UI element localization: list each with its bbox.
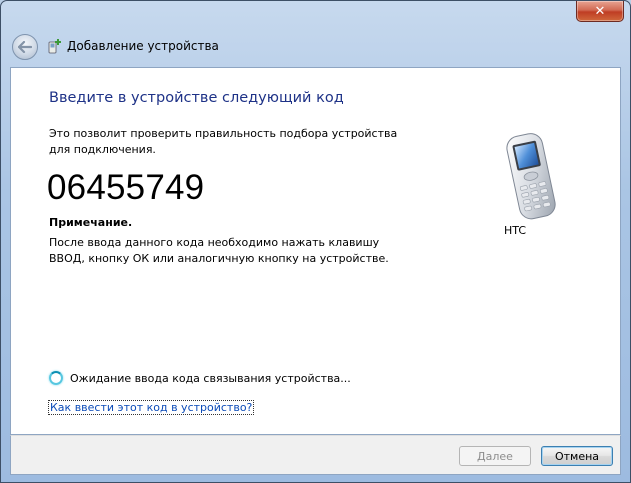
status-text: Ожидание ввода кода связывания устройств…	[70, 371, 351, 385]
footer-bar: Далее Отмена	[10, 435, 621, 475]
close-icon: ✕	[594, 3, 606, 19]
device-wizard-icon	[48, 39, 61, 54]
page-heading: Введите в устройстве следующий код	[49, 90, 344, 106]
note-title: Примечание.	[49, 216, 133, 229]
note-text: После ввода данного кода необходимо нажа…	[49, 236, 389, 265]
close-button[interactable]: ✕	[576, 1, 624, 22]
status-row: Ожидание ввода кода связывания устройств…	[49, 371, 351, 385]
window-title: Добавление устройства	[67, 39, 219, 53]
description-text: Это позволит проверить правильность подб…	[49, 127, 398, 156]
device-name: HTC	[504, 224, 527, 237]
add-device-window: ✕ Добавление устройства Введите в устрой…	[0, 0, 631, 483]
mobile-phone-icon	[506, 133, 556, 220]
back-arrow-icon	[18, 41, 32, 53]
busy-spinner-icon	[49, 371, 63, 385]
next-button[interactable]: Далее	[459, 446, 531, 466]
pairing-code: 06455749	[47, 168, 205, 207]
cancel-button[interactable]: Отмена	[541, 446, 613, 466]
content-panel: Введите в устройстве следующий код Это п…	[10, 67, 621, 435]
help-link[interactable]: Как ввести этот код в устройство?	[47, 400, 255, 415]
back-button[interactable]	[12, 34, 38, 60]
